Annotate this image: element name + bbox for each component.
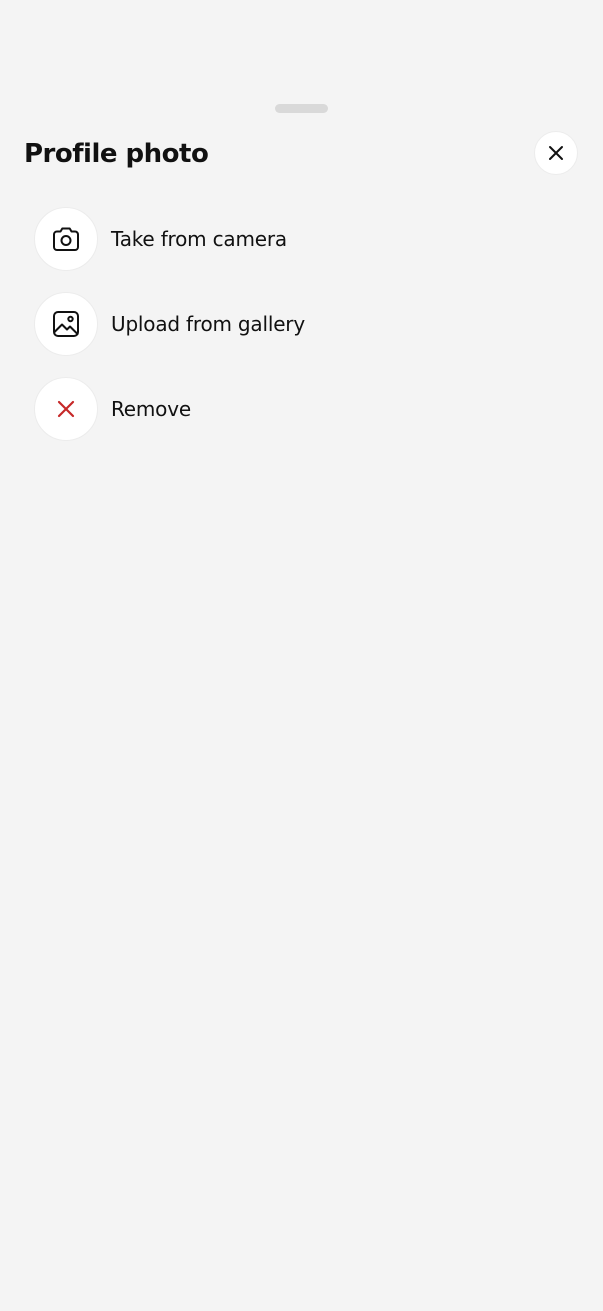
remove-option[interactable]: Remove bbox=[34, 376, 574, 441]
option-label: Remove bbox=[111, 396, 191, 421]
close-button[interactable] bbox=[534, 131, 578, 175]
sheet-title: Profile photo bbox=[24, 139, 209, 169]
option-label: Take from camera bbox=[111, 226, 287, 251]
close-icon bbox=[549, 146, 563, 160]
gallery-icon-container bbox=[34, 291, 98, 356]
gallery-image-icon bbox=[53, 310, 79, 337]
take-from-camera-option[interactable]: Take from camera bbox=[34, 206, 574, 271]
upload-from-gallery-option[interactable]: Upload from gallery bbox=[34, 291, 574, 356]
camera-icon-container bbox=[34, 206, 98, 271]
remove-icon-container bbox=[34, 376, 98, 441]
photo-options-list: Take from camera Upload from gallery Rem… bbox=[34, 206, 574, 461]
remove-x-icon bbox=[57, 400, 75, 417]
sheet-drag-handle[interactable] bbox=[275, 104, 328, 113]
option-label: Upload from gallery bbox=[111, 311, 305, 336]
bottom-sheet: Profile photo Take from camera Upload fr… bbox=[0, 0, 603, 1311]
camera-icon bbox=[53, 227, 79, 251]
